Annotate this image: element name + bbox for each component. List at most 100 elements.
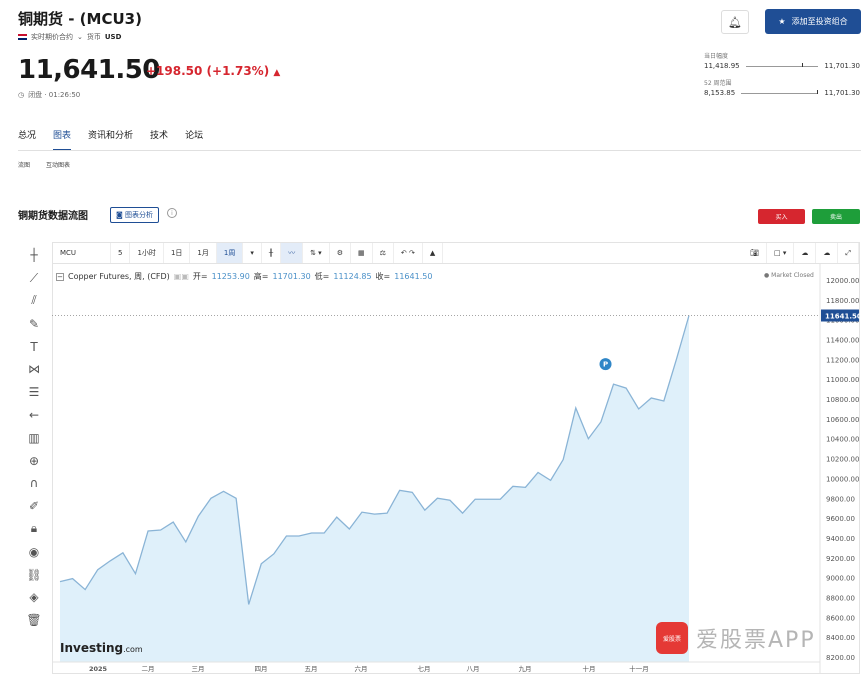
tab-forum[interactable]: 论坛	[185, 128, 203, 151]
tab-news-analysis[interactable]: 资讯和分析	[88, 128, 133, 151]
interval-dropdown-icon[interactable]: ▾	[243, 243, 262, 263]
alert-button[interactable]: 🔔︎	[721, 10, 749, 34]
chevron-down-icon: ⌄	[77, 33, 83, 41]
cloud-save-icon[interactable]: ☁	[794, 243, 817, 263]
week52-range-label: 52 周范围	[704, 80, 732, 87]
subtab-streaming[interactable]: 流图	[18, 160, 30, 169]
eye-icon[interactable]: ◉	[20, 540, 48, 563]
symbol-input[interactable]: MCU	[53, 243, 111, 263]
y-tick-label: 11000.00	[826, 376, 859, 384]
logo-suffix: .com	[123, 645, 143, 654]
compare-icon[interactable]: ▦	[351, 243, 373, 263]
watermark: 爱股票 爱股票APP	[656, 618, 861, 658]
lock-icon[interactable]: 🔒︎	[20, 518, 48, 541]
buy-button[interactable]: 买入	[758, 209, 805, 224]
zoom-in-icon[interactable]: ⊕	[20, 449, 48, 472]
area-chart-icon[interactable]: 〰	[281, 243, 304, 263]
tab-overview[interactable]: 总况	[18, 128, 36, 151]
x-tick-label: 五月	[305, 665, 318, 673]
watermark-text: 爱股票APP	[696, 628, 816, 653]
indicators-icon[interactable]: ⇅ ▾	[303, 243, 330, 263]
tab-chart[interactable]: 图表	[53, 128, 72, 151]
contract-type[interactable]: 实时期价合约	[31, 32, 73, 42]
day-range-marker	[802, 62, 804, 67]
cloud-load-icon[interactable]: ☁	[816, 243, 839, 263]
add-to-portfolio-button[interactable]: ★ 添加至投资组合	[765, 9, 861, 34]
info-icon[interactable]: i	[167, 208, 177, 218]
y-tick-label: 12000.00	[826, 277, 859, 285]
market-status-text: 闭盘 · 01:26:50	[28, 91, 81, 99]
watermark-app-icon: 爱股票	[656, 622, 688, 654]
day-low: 11,418.95	[704, 62, 740, 70]
y-tick-label: 10400.00	[826, 436, 859, 444]
legend-high: 11701.30	[272, 272, 311, 281]
currency-value: USD	[104, 33, 122, 41]
camera-icon[interactable]: 📷︎	[743, 243, 768, 263]
price-change-text: +198.50 (+1.73%)	[146, 64, 270, 78]
y-tick-label: 9600.00	[826, 515, 855, 523]
y-tick-label: 9200.00	[826, 555, 855, 563]
price-chart[interactable]: 12000.0011800.0011600.0011400.0011200.00…	[52, 264, 860, 674]
legend-low: 11124.85	[333, 272, 372, 281]
layout-icon[interactable]: □ ▾	[767, 243, 795, 263]
candlestick-icon[interactable]: ╫	[262, 243, 282, 263]
week52-range-marker	[816, 89, 818, 94]
undo-redo-icon[interactable]: ↶ ↷	[394, 243, 423, 263]
y-tick-label: 9000.00	[826, 575, 855, 583]
y-tick-label: 11400.00	[826, 336, 859, 344]
uk-flag-icon	[18, 34, 27, 40]
measure-icon[interactable]: ☰	[20, 381, 48, 404]
interval-1m[interactable]: 1月	[190, 243, 217, 263]
interval-1w[interactable]: 1周	[216, 243, 244, 263]
y-tick-label: 8800.00	[826, 594, 855, 602]
market-closed-text: Market Closed	[771, 272, 814, 279]
market-closed-indicator: ● Market Closed	[764, 272, 814, 279]
back-arrow-icon[interactable]: ←	[20, 404, 48, 427]
legend-close-label: 收=	[375, 272, 391, 281]
chart-toolbar: MCU 5 1小时 1日 1月 1周 ▾ ╫ 〰 ⇅ ▾ ⚙ ▦ ⚖ ↶ ↷ ▲…	[52, 242, 860, 264]
legend-settings-icon[interactable]: ▣▣	[174, 272, 189, 281]
interval-1d[interactable]: 1日	[164, 243, 191, 263]
link-icon[interactable]: ⛓	[20, 563, 48, 586]
magnet-icon[interactable]: ∩	[20, 472, 48, 495]
sell-button[interactable]: 卖出	[812, 209, 860, 224]
y-tick-label: 9400.00	[826, 535, 855, 543]
crosshair-icon[interactable]: ┼	[20, 244, 48, 267]
tab-technical[interactable]: 技术	[150, 128, 168, 151]
forecast-icon[interactable]: ▥	[20, 426, 48, 449]
chart-analysis-button[interactable]: ◙ 图表分析	[110, 207, 160, 223]
brush-icon[interactable]: ✎	[20, 312, 48, 335]
text-tool-icon[interactable]: T	[20, 335, 48, 358]
alert-icon[interactable]: ▲	[423, 243, 444, 263]
investing-logo: Investing.com	[60, 641, 143, 655]
y-tick-label: 10800.00	[826, 396, 859, 404]
clock-icon: ◷	[18, 91, 25, 99]
x-tick-label: 四月	[255, 665, 268, 673]
x-tick-label: 2025	[89, 665, 108, 673]
add-to-portfolio-label: 添加至投资组合	[791, 17, 848, 26]
pattern-tool-icon[interactable]: ⋈	[20, 358, 48, 381]
legend-close: 11641.50	[394, 272, 433, 281]
trendline-icon[interactable]: ⟋	[20, 267, 48, 290]
tab-divider	[18, 150, 861, 151]
price-area	[60, 315, 689, 662]
instrument-subtitle: 实时期价合约 ⌄ 货币 USD	[18, 32, 121, 42]
fib-tool-icon[interactable]: ⫽	[20, 290, 48, 313]
week52-low: 8,153.85	[704, 89, 736, 97]
annotation-label: P	[603, 361, 608, 369]
layers-icon[interactable]: ◈	[20, 586, 48, 609]
settings-icon[interactable]: ⚙	[330, 243, 351, 263]
trash-icon[interactable]: 🗑︎	[20, 609, 48, 632]
fullscreen-icon[interactable]: ⤢	[838, 243, 859, 263]
legend-open-label: 开=	[192, 272, 208, 281]
subtab-interactive[interactable]: 互动图表	[46, 160, 70, 169]
drawing-toolbar: ┼ ⟋ ⫽ ✎ T ⋈ ☰ ← ▥ ⊕ ∩ ✐ 🔒︎ ◉ ⛓ ◈ 🗑︎	[20, 244, 48, 632]
draw-lock-icon[interactable]: ✐	[20, 495, 48, 518]
interval-5[interactable]: 5	[111, 243, 131, 263]
scale-icon[interactable]: ⚖	[373, 243, 394, 263]
collapse-legend-icon[interactable]: −	[56, 272, 64, 281]
price-change: +198.50 (+1.73%) ▲	[146, 64, 280, 78]
interval-1h[interactable]: 1小时	[130, 243, 164, 263]
y-tick-label: 11800.00	[826, 297, 859, 305]
y-tick-label: 10200.00	[826, 456, 859, 464]
